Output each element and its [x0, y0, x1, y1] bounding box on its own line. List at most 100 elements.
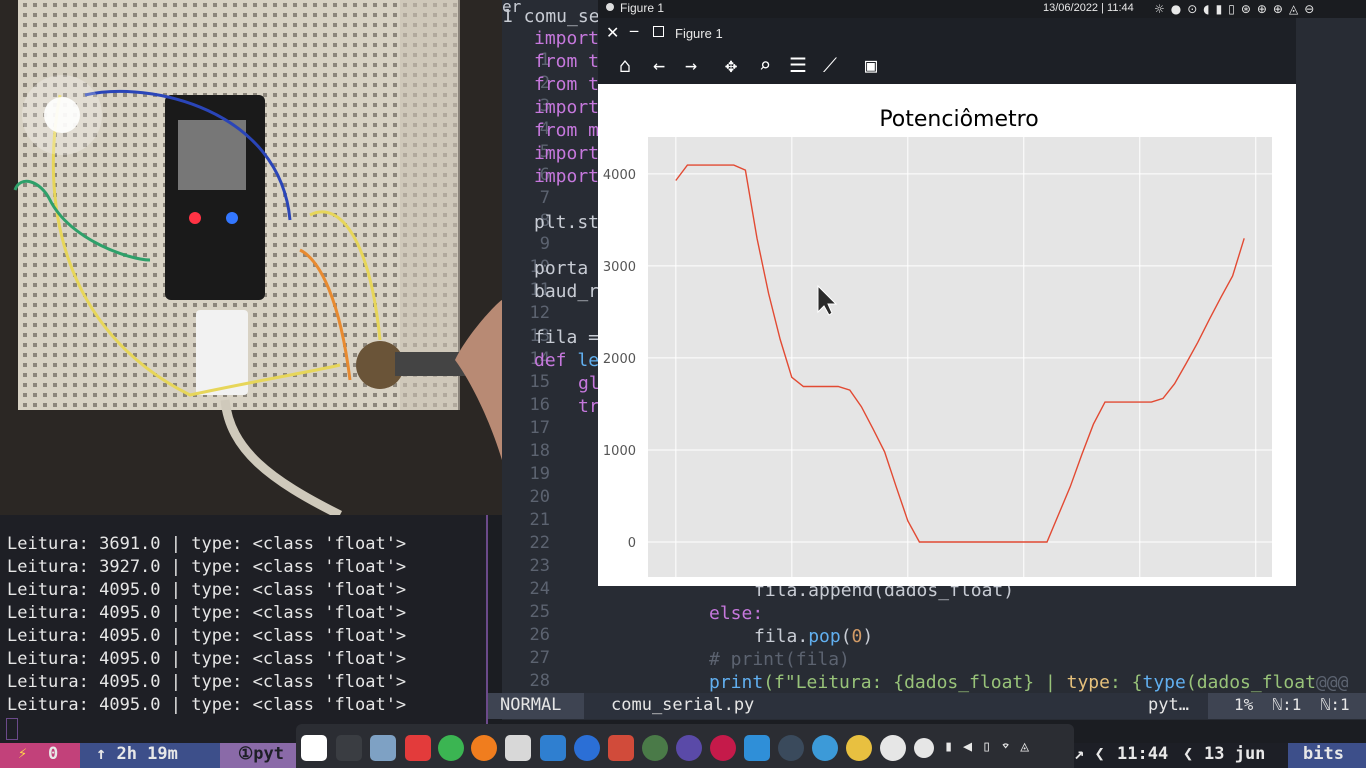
- code-token: (dados_float: [1185, 672, 1316, 693]
- session-label: bits: [1303, 744, 1344, 764]
- line-number: 24: [529, 579, 550, 599]
- line-number: 21: [529, 510, 550, 530]
- save-icon[interactable]: ▣: [858, 54, 884, 76]
- close-icon[interactable]: ✕: [606, 23, 619, 42]
- vim-filename: comu_serial.py: [611, 695, 755, 715]
- maximize-icon[interactable]: [653, 26, 664, 37]
- code-token: type: [1142, 672, 1186, 693]
- vim-status-bar: NORMAL comu_serial.py pyt… 1% ℕ:1 ℕ:1: [488, 693, 1366, 719]
- transfer-icon[interactable]: [744, 735, 770, 761]
- y-tick-label: 0: [628, 536, 636, 551]
- code-line-11: porta: [534, 258, 589, 279]
- line-number: 9: [539, 234, 550, 254]
- code-line-7: import: [534, 166, 600, 187]
- x-tick-label: 20: [900, 585, 917, 586]
- camera-video-frame: [0, 0, 502, 515]
- line-number: 25: [529, 602, 550, 622]
- code-line-3: from t: [534, 74, 600, 95]
- figure-title-bar: ✕ ‒ Figure 1: [598, 18, 1296, 48]
- system-tray-icons[interactable]: ▮◀▯⌔◬: [944, 737, 1039, 755]
- tray-icons[interactable]: ☼●⊙◖▮▯⊛⊕⊕◬⊖: [1154, 2, 1320, 16]
- circle-app-icon[interactable]: [778, 735, 804, 761]
- code-token: 0: [851, 626, 863, 647]
- y-tick-label: 1000: [603, 444, 636, 459]
- code-line-1: import: [534, 28, 600, 49]
- files-icon[interactable]: [370, 735, 396, 761]
- terminal-line: Leitura: 4095.0 | type: <class 'float'>: [7, 603, 407, 623]
- line-number: 23: [529, 556, 550, 576]
- configure-icon[interactable]: ☰: [785, 54, 811, 76]
- chevron-left-icon: ❮: [1183, 744, 1194, 764]
- minimize-icon[interactable]: ‒: [629, 21, 639, 40]
- editor-app-icon[interactable]: [608, 735, 634, 761]
- x-tick-label: 10: [784, 585, 801, 586]
- vscode-icon[interactable]: [540, 735, 566, 761]
- code-token: ): [862, 626, 874, 647]
- chart-title: Potenciômetro: [879, 107, 1038, 132]
- terminal-line: Leitura: 4095.0 | type: <class 'float'>: [7, 649, 407, 669]
- xournal-icon[interactable]: [505, 735, 531, 761]
- code-token: pop: [808, 626, 841, 647]
- line-number: 18: [529, 441, 550, 461]
- breadboard-photo: [0, 0, 502, 515]
- edit-axis-icon[interactable]: ⟋: [817, 54, 843, 76]
- lightning-icon: ⚡: [18, 744, 28, 762]
- function-name: le: [566, 350, 600, 371]
- panel-datetime[interactable]: 13/06/2022 | 11:44: [1043, 2, 1134, 14]
- code-token: type: [1066, 672, 1110, 693]
- white-circle-icon[interactable]: [880, 735, 906, 761]
- headphones-icon[interactable]: [574, 735, 600, 761]
- line-number: 15: [529, 372, 550, 392]
- firefox-icon[interactable]: [471, 735, 497, 761]
- code-line-6: import: [534, 143, 600, 164]
- def-keyword: def: [534, 350, 567, 371]
- terminal-line: Leitura: 3691.0 | type: <class 'float'>: [7, 534, 407, 554]
- code-line-4: import: [534, 97, 600, 118]
- workspace-label[interactable]: ①pyt: [238, 744, 284, 764]
- code-line-16: gl: [578, 373, 600, 394]
- line-number: 12: [529, 303, 550, 323]
- code-line-2: from t: [534, 51, 600, 72]
- taskbar-date[interactable]: 13 jun: [1204, 744, 1265, 764]
- x-tick-label: 0: [672, 585, 680, 586]
- x-tick-label: 30: [1016, 585, 1033, 586]
- terminal-line: Leitura: 3927.0 | type: <class 'float'>: [7, 557, 407, 577]
- code-line-17: tr: [578, 396, 600, 417]
- line-number: 17: [529, 418, 550, 438]
- line-number: 22: [529, 533, 550, 553]
- home-icon[interactable]: ⌂: [612, 54, 638, 76]
- recorder-icon[interactable]: [676, 735, 702, 761]
- forward-icon[interactable]: →: [678, 54, 704, 76]
- taskbar-clock[interactable]: 11:44: [1117, 744, 1168, 764]
- y-tick-label: 4000: [603, 168, 636, 183]
- globe-icon[interactable]: [642, 735, 668, 761]
- code-token: fila.: [754, 626, 809, 647]
- raspberry-pi-icon[interactable]: [710, 735, 736, 761]
- terminal-icon[interactable]: [336, 735, 362, 761]
- code-line-5: from m: [534, 120, 600, 141]
- x-tick-label: 40: [1132, 585, 1149, 586]
- terminal-line: Leitura: 4095.0 | type: <class 'float'>: [7, 695, 407, 715]
- pinwheel-icon[interactable]: [846, 735, 872, 761]
- plot-area: [648, 137, 1272, 577]
- code-line-29: print(f"Leitura: {dados_float} | type: {…: [709, 672, 1348, 693]
- code-line-15: def le: [534, 350, 599, 371]
- record-dot-icon[interactable]: [914, 738, 934, 758]
- line-number: 27: [529, 648, 550, 668]
- potentiometer-chart: Potenciômetro 0 10 20 30 40 50 0 1000 2000 3000 40…: [603, 107, 1272, 586]
- active-window-label[interactable]: Figure 1: [620, 1, 664, 15]
- code-line-12: baud_r: [534, 281, 600, 302]
- code-line-14: fila =: [534, 327, 600, 348]
- matplotlib-figure-window[interactable]: ✕ ‒ Figure 1 ⌂ ← → ✥ ⌕ ☰ ⟋ ▣ Potenciômet…: [598, 18, 1296, 586]
- code-token: print: [709, 672, 764, 693]
- vivaldi-icon[interactable]: [405, 735, 431, 761]
- terminal-line: Leitura: 4095.0 | type: <class 'float'>: [7, 672, 407, 692]
- vim-cursor-position: 1% ℕ:1 ℕ:1: [1234, 695, 1350, 714]
- notion-icon[interactable]: [301, 735, 327, 761]
- vim-filetype: pyt…: [1148, 695, 1189, 715]
- back-icon[interactable]: ←: [646, 54, 672, 76]
- zoom-icon[interactable]: ⌕: [752, 54, 778, 76]
- pan-icon[interactable]: ✥: [718, 54, 744, 76]
- chrome-icon[interactable]: [438, 735, 464, 761]
- docker-icon[interactable]: [812, 735, 838, 761]
